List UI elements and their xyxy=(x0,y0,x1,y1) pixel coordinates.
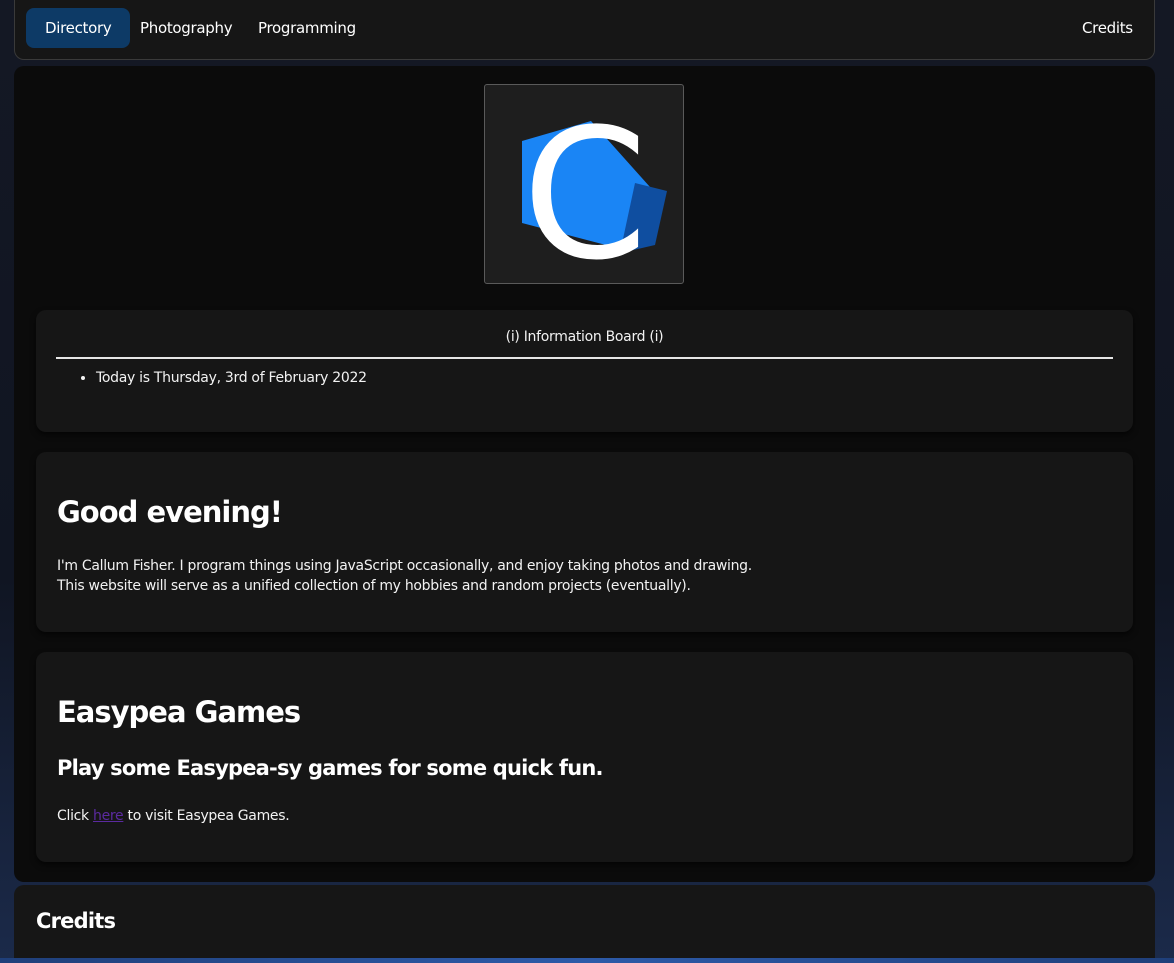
intro-line-1: I'm Callum Fisher. I program things usin… xyxy=(57,558,752,574)
nav-item-directory[interactable]: Directory xyxy=(26,8,131,48)
games-text-before: Click xyxy=(57,808,94,824)
games-here-link[interactable]: here xyxy=(93,808,124,824)
nav-item-photography[interactable]: Photography xyxy=(121,8,251,48)
welcome-card: Good evening! I'm Callum Fisher. I progr… xyxy=(36,452,1133,632)
information-board-title: (i) Information Board (i) xyxy=(505,329,664,345)
games-visit-text: Click here to visit Easypea Games. xyxy=(57,806,290,826)
information-board: (i) Information Board (i) Today is Thurs… xyxy=(36,310,1133,432)
logo-c-icon: C xyxy=(522,91,667,284)
intro-text: I'm Callum Fisher. I program things usin… xyxy=(57,556,752,596)
information-board-divider xyxy=(56,357,1113,359)
site-logo: C xyxy=(484,84,684,284)
games-subheading: Play some Easypea-sy games for some quic… xyxy=(57,756,604,780)
easypea-games-card: Easypea Games Play some Easypea-sy games… xyxy=(36,652,1133,862)
intro-line-2: This website will serve as a unified col… xyxy=(57,578,691,594)
credits-heading: Credits xyxy=(36,909,116,933)
games-heading: Easypea Games xyxy=(57,695,301,729)
games-text-after: to visit Easypea Games. xyxy=(123,808,290,824)
greeting-heading: Good evening! xyxy=(57,495,283,529)
logo-letter: C xyxy=(522,91,648,284)
information-board-list: Today is Thursday, 3rd of February 2022 xyxy=(76,366,367,390)
list-item: Today is Thursday, 3rd of February 2022 xyxy=(96,370,367,386)
page-bottom-edge xyxy=(0,958,1174,963)
page: Directory Photography Programming Credit… xyxy=(0,0,1174,963)
top-navbar: Directory Photography Programming Credit… xyxy=(14,0,1155,60)
main-content-panel: C (i) Information Board (i) Today is Thu… xyxy=(14,66,1155,882)
nav-item-programming[interactable]: Programming xyxy=(239,8,375,48)
nav-item-credits[interactable]: Credits xyxy=(1063,8,1152,48)
credits-section: Credits xyxy=(14,885,1155,963)
